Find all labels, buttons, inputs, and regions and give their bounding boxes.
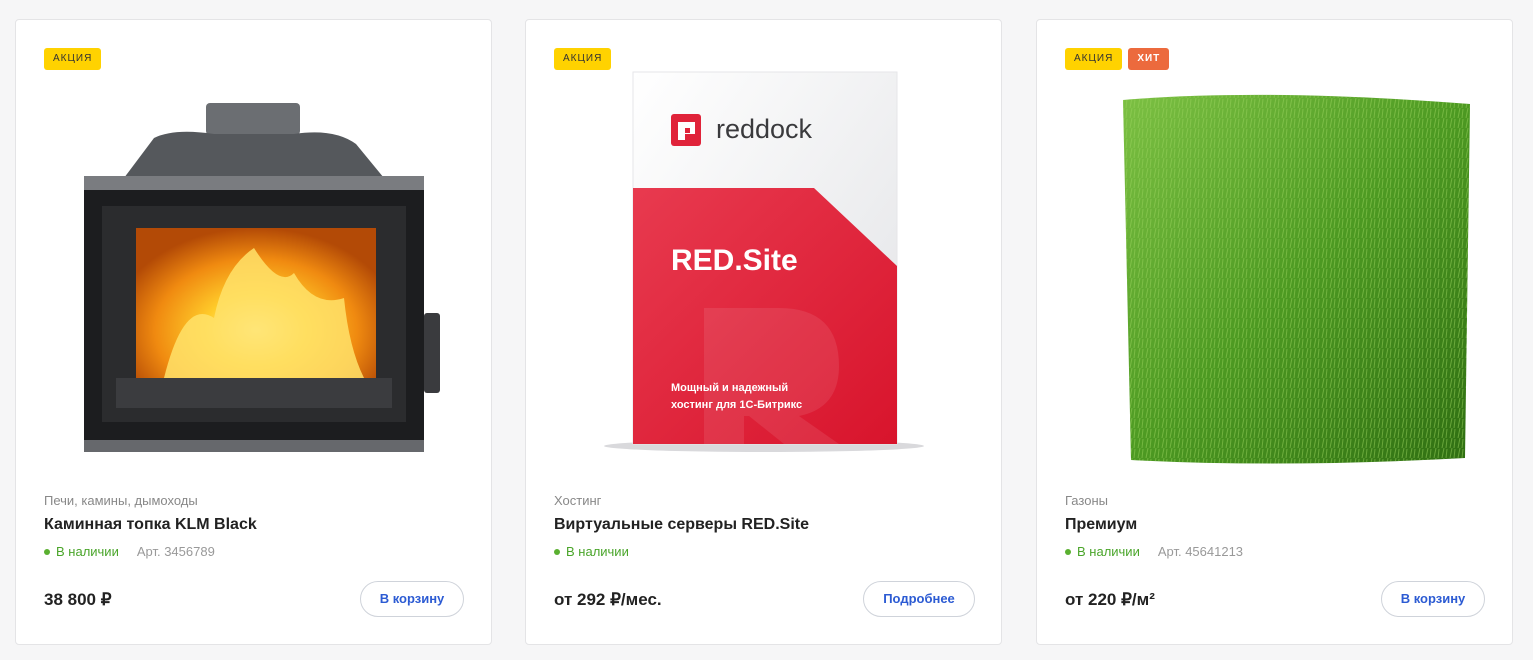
box-tagline-2: хостинг для 1С-Битрикс (671, 399, 802, 411)
product-meta: В наличии Арт. 3456789 (44, 544, 215, 559)
stock-status: В наличии (566, 544, 629, 559)
hit-badge: ХИТ (1128, 48, 1170, 70)
add-to-cart-button[interactable]: В корзину (360, 581, 464, 617)
product-category[interactable]: Газоны (1065, 493, 1108, 508)
stock-status: В наличии (56, 544, 119, 559)
product-price: 38 800 ₽ (44, 590, 112, 609)
in-stock-dot-icon (1065, 548, 1071, 555)
sale-badge: АКЦИЯ (44, 48, 102, 70)
product-card-lawn[interactable]: АКЦИЯ ХИТ Газоны Премиум В наличии Арт. … (1036, 19, 1513, 645)
product-title[interactable]: Премиум (1065, 516, 1137, 534)
product-price: от 292 ₽/мес. (554, 590, 662, 609)
brand-name: reddock (716, 114, 813, 144)
badges: АКЦИЯ (44, 48, 102, 70)
reddock-logo-icon (671, 114, 701, 146)
sale-badge: АКЦИЯ (554, 48, 612, 70)
badges: АКЦИЯ (554, 48, 612, 70)
product-card-fireplace[interactable]: АКЦИЯ Печи, камины, дымоходы Каминная то… (15, 19, 492, 645)
product-meta: В наличии (554, 544, 629, 559)
in-stock-dot-icon (554, 548, 560, 555)
box-tagline-1: Мощный и надежный (671, 382, 788, 394)
product-price: от 220 ₽/м² (1065, 590, 1155, 609)
product-title[interactable]: Каминная топка KLM Black (44, 516, 257, 534)
product-category[interactable]: Печи, камины, дымоходы (44, 493, 198, 508)
in-stock-dot-icon (44, 548, 50, 555)
sale-badge: АКЦИЯ (1065, 48, 1123, 70)
add-to-cart-button[interactable]: В корзину (1381, 581, 1485, 617)
reddock-box-image[interactable]: reddock RED.Site Мощный и надежный хости… (554, 48, 974, 468)
product-meta: В наличии Арт. 45641213 (1065, 544, 1243, 559)
box-product-name: RED.Site (671, 244, 798, 277)
badges: АКЦИЯ ХИТ (1065, 48, 1170, 70)
lawn-image[interactable] (1065, 48, 1485, 468)
product-category[interactable]: Хостинг (554, 493, 601, 508)
fireplace-image[interactable] (44, 48, 464, 468)
stock-status: В наличии (1077, 544, 1140, 559)
article-number: Арт. 3456789 (136, 544, 215, 559)
product-title[interactable]: Виртуальные серверы RED.Site (554, 516, 809, 534)
article-number: Арт. 45641213 (1157, 544, 1244, 559)
product-card-hosting[interactable]: reddock RED.Site Мощный и надежный хости… (525, 19, 1002, 645)
details-button[interactable]: Подробнее (863, 581, 975, 617)
